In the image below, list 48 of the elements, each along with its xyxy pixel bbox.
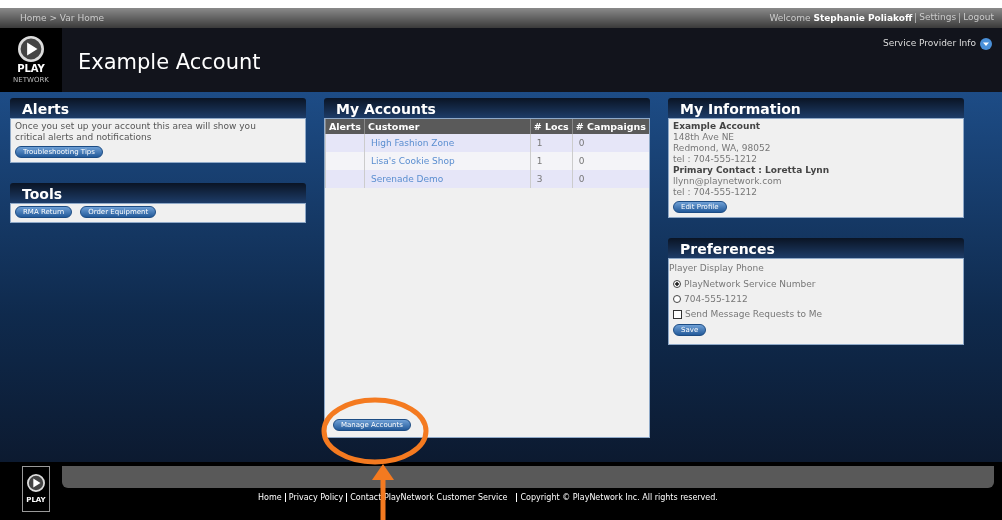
column-header: # Campaigns [572, 119, 649, 134]
panel-title: My Accounts [324, 98, 650, 118]
service-provider-link[interactable]: Service Provider Info [882, 38, 992, 92]
info-line: Redmond, WA, 98052 [673, 143, 771, 154]
footer-link[interactable]: Privacy Policy [284, 493, 344, 502]
radio-button[interactable] [673, 280, 681, 288]
checkbox[interactable] [673, 309, 682, 319]
panel-title: Preferences [668, 238, 964, 258]
radio-option[interactable]: PlayNetwork Service Number [669, 279, 816, 289]
info-line: 148th Ave NE [673, 132, 735, 143]
customer-link[interactable]: High Fashion Zone [370, 138, 455, 148]
footer-link[interactable]: Contact PlayNetwork Customer Service [346, 493, 508, 502]
table-cell: 0 [572, 152, 649, 170]
checkbox-option[interactable]: Send Message Requests to Me [669, 309, 823, 319]
panel-title: Tools [10, 183, 306, 203]
table-cell: 3 [530, 170, 573, 188]
panel-title: Alerts [10, 98, 306, 118]
column-header: Customer [364, 119, 531, 134]
column-header: Alerts [325, 119, 365, 134]
welcome-label: Welcome [769, 13, 811, 23]
column-header: # Locs [530, 119, 573, 134]
breadcrumb[interactable]: Home > Var Home [20, 13, 104, 23]
top-link[interactable]: Logout [959, 13, 994, 23]
field-label: Player Display Phone [669, 263, 764, 274]
logo-text: PLAY [17, 64, 45, 74]
top-link[interactable]: Settings [915, 13, 957, 23]
play-icon [18, 36, 44, 62]
customer-link[interactable]: Lisa's Cookie Shop [370, 156, 455, 166]
radio-button[interactable] [673, 295, 681, 303]
dropdown-icon [980, 38, 992, 50]
footer-link[interactable]: Home [258, 493, 282, 502]
alerts-message: Once you set up your account this area will show you critical alerts and notifications [15, 121, 257, 143]
info-line: tel : 704-555-1212 [673, 154, 758, 165]
panel-title: My Information [668, 98, 964, 118]
play-icon [27, 473, 45, 492]
table-cell: 0 [572, 134, 649, 152]
customer-link[interactable]: Serenade Demo [370, 174, 444, 184]
copyright-text: Copyright © PlayNetwork Inc. All rights reserved. [515, 493, 718, 502]
radio-option[interactable]: 704-555-1212 [669, 294, 748, 304]
info-line: llynn@playnetwork.com [673, 176, 782, 187]
page-title: Example Account [78, 50, 262, 76]
info-line: Example Account [673, 121, 761, 132]
user-name: Stephanie Poliakoff [813, 13, 913, 23]
table-cell: 1 [530, 152, 573, 170]
table-cell: 0 [572, 170, 649, 188]
info-line: tel : 704-555-1212 [673, 187, 758, 198]
table-cell: 1 [530, 134, 573, 152]
info-line: Primary Contact : Loretta Lynn [673, 165, 830, 176]
